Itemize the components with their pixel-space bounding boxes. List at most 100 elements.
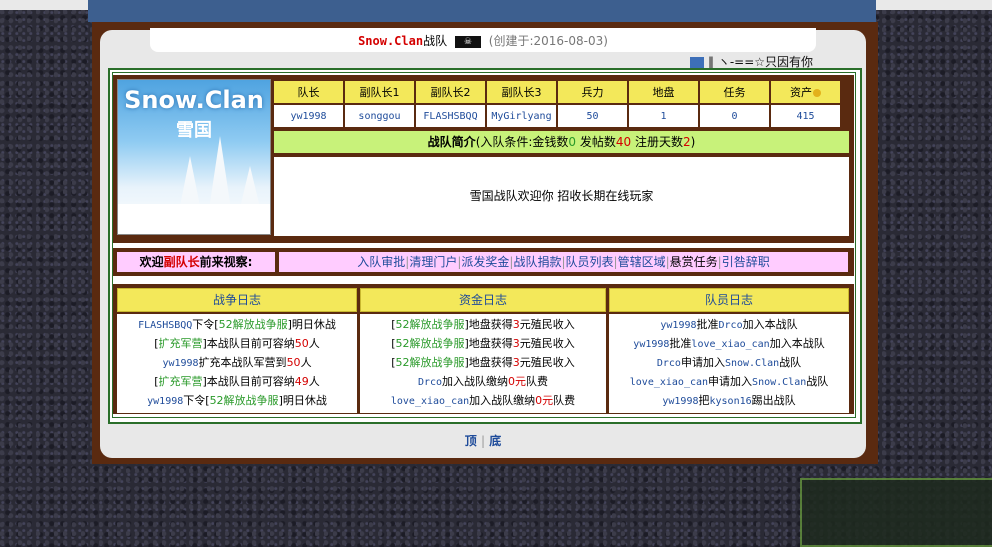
clan-stats-table: 队长 副队长1 副队长2 副队长3 兵力 地盘 任务 资产 yw1998 son… (272, 79, 842, 129)
link-bonus[interactable]: 派发奖金 (461, 255, 509, 269)
log-user[interactable]: yw1998 (162, 358, 198, 369)
intro-posts-label: 发帖数 (576, 135, 616, 149)
intro-cond-prefix: (入队条件:金钱数 (475, 135, 569, 149)
link-bounty[interactable]: 悬赏任务 (670, 255, 718, 269)
log-text: 加入本战队 (742, 318, 798, 331)
log-text: 加入战队缴纳 (469, 394, 536, 407)
log-user[interactable]: yw1998 (147, 396, 183, 407)
log-text: 扩充本战队军营到 (198, 356, 287, 369)
snow-ground (118, 204, 270, 234)
scroll-bottom-link[interactable]: 底 (489, 434, 501, 448)
log-user[interactable]: yw1998 (662, 396, 698, 407)
log-action: 扩充军营 (158, 337, 203, 350)
log-server: 52解放战争服 (395, 318, 465, 331)
log-user[interactable]: Drco (657, 358, 681, 369)
log-line: [52解放战争服]地盘获得3元殖民收入 (360, 334, 606, 353)
log-line: yw1998下令[52解放战争服]明日休战 (117, 391, 357, 410)
link-resign[interactable]: 引咎辞职 (722, 255, 770, 269)
site-watermark-logo (800, 478, 992, 547)
intro-money: 0 (568, 135, 577, 149)
log-user[interactable]: kyson16 (709, 396, 751, 407)
log-text: ]明日休战 (278, 394, 327, 407)
log-user[interactable]: yw1998 (660, 320, 696, 331)
banner-subtitle: 雪国 (176, 120, 212, 141)
link-donate[interactable]: 战队捐款 (513, 255, 561, 269)
intro-days: 2 (683, 135, 691, 149)
link-member-list[interactable]: 队员列表 (566, 255, 614, 269)
fund-log-title: 资金日志 (360, 288, 606, 312)
log-user[interactable]: Drco (719, 320, 743, 331)
territory-value: 1 (629, 105, 698, 127)
action-links: 入队审批|清理门户|派发奖金|战队捐款|队员列表|管辖区域|悬赏任务|引咎辞职 (279, 252, 848, 272)
clan-intro-text: 雪国战队欢迎你 招收长期在线玩家 (274, 157, 849, 236)
pause-icon[interactable]: ‖ (708, 55, 714, 69)
link-purge[interactable]: 清理门户 (409, 255, 457, 269)
log-server: 52解放战争服 (218, 318, 288, 331)
log-number: 50 (286, 356, 301, 369)
vice-captain-3-link[interactable]: MyGirlyang (487, 105, 556, 127)
log-text: 元殖民收入 (519, 337, 575, 350)
log-server: 52解放战争服 (395, 356, 465, 369)
log-line: Drco申请加入Snow.Clan战队 (609, 353, 849, 372)
log-text: ]地盘获得 (464, 337, 513, 350)
log-text: 战队 (779, 356, 802, 369)
log-line: love_xiao_can加入战队缴纳0元队费 (360, 391, 606, 410)
stat-header-assets: 资产 (771, 81, 840, 103)
log-unit: 元 (542, 394, 554, 407)
stat-header: 副队长3 (487, 81, 556, 103)
vice-captain-2-link[interactable]: FLASHSBQQ (416, 105, 485, 127)
log-text: 下令[ (183, 394, 210, 407)
log-text: ]明日休战 (287, 318, 336, 331)
log-text: 加入本战队 (769, 337, 825, 350)
greeting-prefix: 欢迎 (139, 255, 164, 269)
vice-captain-1-link[interactable]: songgou (345, 105, 414, 127)
log-text: 队费 (526, 375, 549, 388)
captain-link[interactable]: yw1998 (274, 105, 343, 127)
clan-intro-header: 战队简介(入队条件:金钱数0 发帖数40 注册天数2) (274, 131, 849, 153)
troops-value: 50 (558, 105, 627, 127)
stat-header: 副队长2 (416, 81, 485, 103)
log-text: 战队 (806, 375, 829, 388)
log-text: 批准 (696, 318, 719, 331)
page-title: Snow.Clan战队 ☠ (创建于:2016-08-03) (150, 32, 816, 49)
log-user[interactable]: FLASHSBQQ (138, 320, 192, 331)
log-text: ]本战队目前可容纳 (202, 337, 295, 350)
stat-header-label: 资产 (790, 86, 812, 99)
log-text: 下令[ (192, 318, 219, 331)
log-user[interactable]: love_xiao_can (691, 339, 769, 350)
log-text: 申请加入 (680, 356, 725, 369)
log-text: ]地盘获得 (464, 318, 513, 331)
clan-name[interactable]: Snow.Clan (358, 34, 423, 48)
log-user[interactable]: yw1998 (633, 339, 669, 350)
link-approve-join[interactable]: 入队审批 (357, 255, 405, 269)
scroll-top-link[interactable]: 顶 (465, 434, 477, 448)
link-territory[interactable]: 管辖区域 (618, 255, 666, 269)
log-line: love_xiao_can申请加入Snow.Clan战队 (609, 372, 849, 391)
assets-value: 415 (771, 105, 840, 127)
log-text: 人 (308, 337, 320, 350)
banner-title: Snow.Clan (124, 86, 264, 114)
log-clan[interactable]: Snow.Clan (752, 377, 806, 388)
created-date: (创建于:2016-08-03) (488, 34, 608, 48)
greeting-role: 副队长 (163, 255, 200, 269)
log-text: 人 (308, 375, 320, 388)
log-user[interactable]: love_xiao_can (630, 377, 708, 388)
log-text: 人 (300, 356, 312, 369)
log-line: yw1998把kyson16踢出战队 (609, 391, 849, 410)
log-text: ]地盘获得 (464, 356, 513, 369)
log-line: [扩充军营]本战队目前可容纳50人 (117, 334, 357, 353)
stat-header: 任务 (700, 81, 769, 103)
stat-header: 兵力 (558, 81, 627, 103)
war-log: 战争日志 FLASHSBQQ下令[52解放战争服]明日休战 [扩充军营]本战队目… (117, 288, 357, 413)
log-text: 队费 (553, 394, 576, 407)
war-log-title: 战争日志 (117, 288, 357, 312)
log-clan[interactable]: Snow.Clan (725, 358, 779, 369)
member-log: 队员日志 yw1998批准Drco加入本战队 yw1998批准love_xiao… (609, 288, 849, 413)
log-text: 批准 (669, 337, 692, 350)
log-user[interactable]: love_xiao_can (391, 396, 469, 407)
log-user[interactable]: Drco (418, 377, 442, 388)
greeting: 欢迎副队长前来视察: (117, 252, 275, 272)
log-text: 踢出战队 (751, 394, 796, 407)
speaker-icon[interactable] (690, 56, 704, 69)
log-unit: 元 (515, 375, 527, 388)
